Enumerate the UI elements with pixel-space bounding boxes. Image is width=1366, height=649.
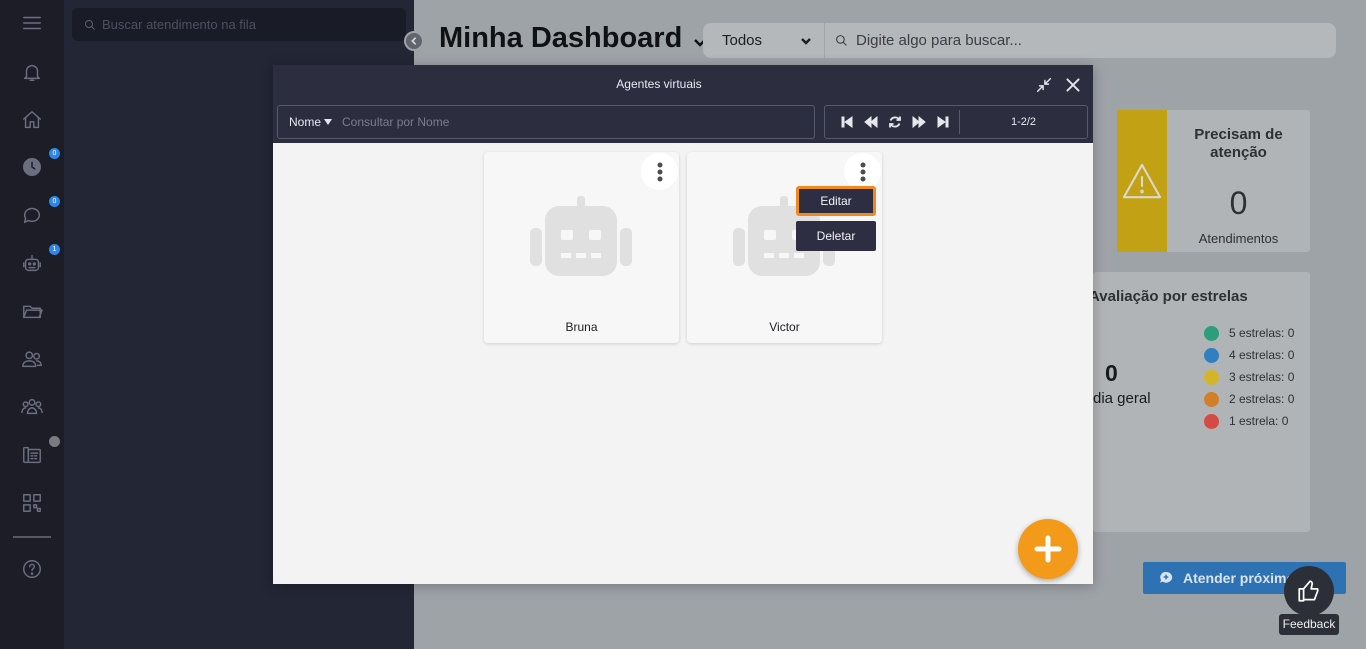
folder-icon[interactable] [16,295,48,327]
name-filter: Nome [277,105,815,139]
legend-item: 1 estrela: 0 [1204,410,1294,432]
team-icon[interactable] [16,391,48,423]
refresh-button[interactable] [883,110,907,134]
add-agent-button[interactable] [1018,519,1078,579]
legend-item: 2 estrelas: 0 [1204,388,1294,410]
legend-dot [1204,413,1219,429]
refresh-icon [889,116,901,128]
legend-dot [1204,325,1219,341]
chevron-down-icon [801,37,811,45]
chat-badge: 0 [49,196,60,207]
bell-icon[interactable] [16,56,48,88]
attention-card: Precisam de atenção 0 Atendimentos [1117,110,1310,252]
dashboard-search-input[interactable] [856,32,1316,49]
filter-field-select[interactable]: Nome [278,115,342,129]
pagination-info: 1-2/2 [1010,116,1037,128]
robot-badge: 1 [49,244,60,255]
next-page-button[interactable] [907,110,931,134]
star-rating-card: Avaliação por estrelas 0 dia geral 5 est… [1089,272,1310,532]
page-title-text: Minha Dashboard [439,22,683,54]
delete-menu-item[interactable]: Deletar [796,221,876,251]
star-rating-average: 0 [1105,360,1118,386]
agent-name: Bruna [565,320,598,334]
legend-label: 2 estrelas: 0 [1229,392,1295,406]
legend-label: 1 estrela: 0 [1229,414,1289,428]
attention-title: Precisam de atenção [1194,126,1283,161]
previous-page-button[interactable] [859,110,883,134]
star-rating-average-label: dia geral [1093,390,1151,407]
first-page-button[interactable] [835,110,859,134]
rewind-icon [864,115,878,129]
legend-label: 4 estrelas: 0 [1229,348,1295,362]
clock-badge: 0 [49,148,60,159]
more-vertical-icon [657,162,662,181]
modal-header: Agentes virtuais Nome Consultar por Nome… [273,65,1093,143]
filter-field-label: Nome [289,115,322,129]
dashboard-search [825,32,1336,49]
legend-item: 5 estrelas: 0 [1204,322,1294,344]
attention-label: Atendimentos [1198,231,1279,246]
star-rating-title: Avaliação por estrelas [1089,288,1248,305]
home-icon[interactable] [16,104,48,136]
attention-strip [1117,110,1167,252]
close-modal-button[interactable] [1062,74,1084,96]
feedback-button[interactable] [1284,566,1334,616]
chat-plus-icon [1160,571,1173,583]
filter-select-value: Todos [722,32,763,49]
close-icon [1066,78,1080,92]
filter-select[interactable]: Todos [703,23,825,58]
legend-dot [1204,391,1219,407]
agent-options-button[interactable] [641,153,678,190]
robot-icon[interactable] [16,247,48,279]
attend-next-label: Atender próximo [1183,570,1296,586]
search-icon [85,19,95,30]
page-title[interactable]: Minha Dashboard [439,22,708,55]
agent-name: Victor [769,320,800,334]
virtual-agents-modal: Agentes virtuais Nome Consultar por Nome… [273,65,1093,584]
agent-card[interactable]: Bruna [484,152,679,343]
thumbs-up-icon [1298,580,1319,602]
chevron-left-icon [411,37,417,45]
plus-icon [1034,535,1062,563]
legend-item: 3 estrelas: 0 [1204,366,1294,388]
sidebar-divider [13,536,51,538]
legend-label: 3 estrelas: 0 [1229,370,1295,384]
edit-menu-item[interactable]: Editar [796,186,876,216]
robot-icon [530,196,632,276]
caret-down-icon [324,119,333,125]
skip-last-icon [937,116,949,128]
menu-icon[interactable] [16,7,48,39]
fast-forward-icon [912,115,926,129]
attention-count: 0 [1229,185,1248,221]
more-vertical-icon [860,162,865,181]
search-icon [836,35,847,46]
queue-search[interactable] [72,8,406,41]
legend-label: 5 estrelas: 0 [1229,326,1295,340]
pagination: 1-2/2 [824,105,1088,139]
help-icon[interactable] [16,553,48,585]
modal-title: Agentes virtuais [616,77,702,91]
queue-search-input[interactable] [102,17,402,32]
clock-icon[interactable] [16,151,48,183]
dashboard-filter-bar: Todos [703,23,1336,58]
name-search-input[interactable] [342,115,793,129]
star-rating-legend: 5 estrelas: 0 4 estrelas: 0 3 estrelas: … [1204,322,1294,432]
phone-directory-icon[interactable] [16,439,48,471]
legend-dot [1204,347,1219,363]
legend-dot [1204,369,1219,385]
agent-options-button[interactable] [844,153,881,190]
legend-item: 4 estrelas: 0 [1204,344,1294,366]
minimize-modal-button[interactable] [1033,74,1055,96]
feedback-label[interactable]: Feedback [1279,614,1339,635]
chat-icon[interactable] [16,199,48,231]
qrcode-icon[interactable] [16,487,48,519]
warning-icon [1122,163,1162,199]
last-page-button[interactable] [931,110,955,134]
icon-sidebar: 0 0 1 [0,0,64,649]
collapse-panel-button[interactable] [404,31,424,51]
collapse-arrows-icon [1036,77,1052,93]
skip-first-icon [841,116,853,128]
users-icon[interactable] [16,343,48,375]
status-dot [49,436,60,447]
